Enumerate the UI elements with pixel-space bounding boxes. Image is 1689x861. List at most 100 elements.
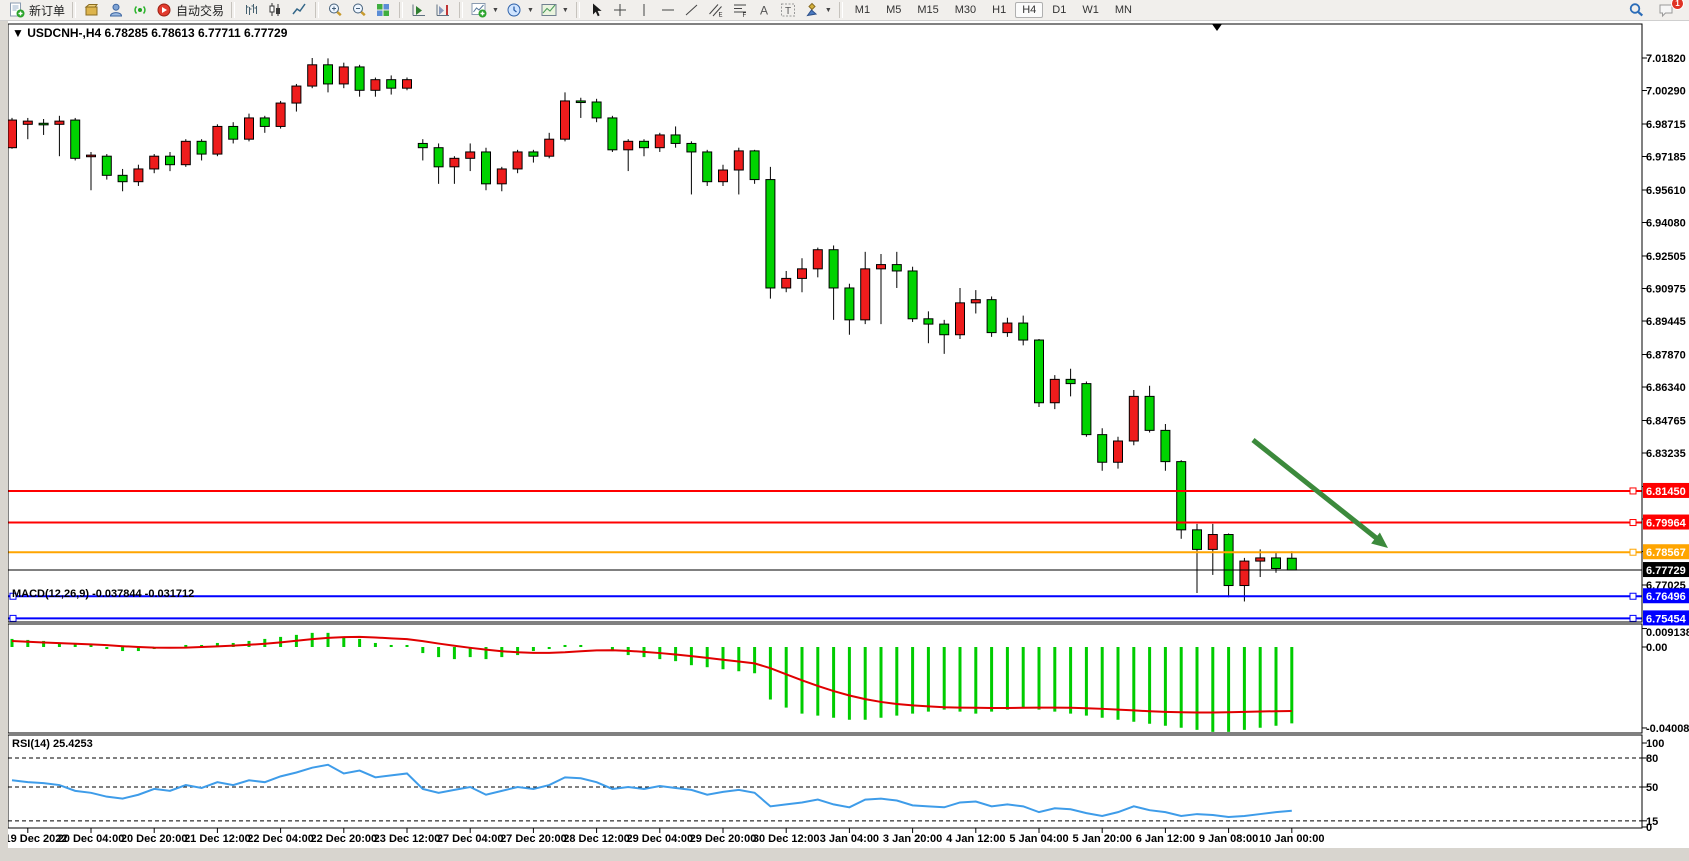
timeframe-M15[interactable]: M15 — [910, 2, 945, 18]
cursor-icon — [587, 2, 605, 18]
tile-windows-button[interactable] — [371, 1, 395, 19]
line-handle[interactable] — [1630, 549, 1636, 555]
vertical-line-button[interactable] — [632, 1, 656, 19]
price-tick-label: 7.01820 — [1646, 53, 1686, 65]
timeframe-M5[interactable]: M5 — [879, 2, 908, 18]
timeframe-D1[interactable]: D1 — [1045, 2, 1073, 18]
chevron-down-icon: ▼ — [562, 7, 569, 14]
zoom-in-button[interactable] — [323, 1, 347, 19]
time-tick-label: 10 Jan 00:00 — [1259, 833, 1324, 845]
timeframe-M1[interactable]: M1 — [848, 2, 877, 18]
crosshair-button[interactable] — [608, 1, 632, 19]
channel-icon: E — [707, 2, 725, 18]
line-handle[interactable] — [1630, 520, 1636, 526]
text-label-button[interactable]: T — [776, 1, 800, 19]
time-tick-label: 3 Jan 20:00 — [883, 833, 942, 845]
time-tick-label: 6 Jan 12:00 — [1136, 833, 1195, 845]
macd-axis-label: 0.009138 — [1646, 627, 1689, 639]
timeframe-H4[interactable]: H4 — [1015, 2, 1043, 18]
price-tick-label: 6.95610 — [1646, 185, 1686, 197]
tile-windows-icon — [374, 2, 392, 18]
signal-button[interactable] — [128, 1, 152, 19]
candle-chart-icon — [266, 2, 284, 18]
chevron-down-icon: ▼ — [825, 7, 832, 14]
line-handle[interactable] — [10, 615, 16, 621]
new-order-button[interactable]: 新订单 — [5, 1, 68, 20]
channel-button[interactable]: E — [704, 1, 728, 19]
time-axis[interactable]: 19 Dec 202220 Dec 04:0020 Dec 20:0021 De… — [5, 828, 1325, 845]
fibonacci-button[interactable]: F — [728, 1, 752, 19]
rsi-axis-label: 0 — [1646, 822, 1652, 834]
timeframe-MN[interactable]: MN — [1108, 2, 1139, 18]
new-order-button-label: 新订单 — [29, 2, 65, 19]
time-tick-label: 20 Dec 04:00 — [58, 833, 125, 845]
svg-text:6.77729: 6.77729 — [1646, 565, 1686, 577]
bar-chart-button[interactable] — [239, 1, 263, 19]
price-tick-label: 6.84765 — [1646, 415, 1686, 427]
time-tick-label: 29 Dec 04:00 — [626, 833, 693, 845]
price-tick-label: 6.87870 — [1646, 349, 1686, 361]
toolbar-separator — [315, 2, 319, 18]
timeframe-W1[interactable]: W1 — [1075, 2, 1106, 18]
shapes-icon — [803, 2, 821, 18]
macd-axis-label: -0.040081 — [1646, 723, 1689, 735]
time-tick-label: 23 Dec 12:00 — [374, 833, 441, 845]
notifications-button[interactable]: 1 — [1654, 1, 1678, 19]
price-tick-label: 6.94080 — [1646, 218, 1686, 230]
svg-text:6.75454: 6.75454 — [1646, 613, 1687, 625]
svg-text:T: T — [785, 6, 791, 17]
profile-button[interactable] — [104, 1, 128, 19]
time-tick-label: 4 Jan 12:00 — [946, 833, 1005, 845]
time-tick-label: 21 Dec 12:00 — [184, 833, 251, 845]
auto-scroll-button[interactable] — [407, 1, 431, 19]
price-line-label-6.81450: 6.81450 — [1643, 483, 1689, 498]
time-tick-label: 29 Dec 20:00 — [690, 833, 757, 845]
timeframe-M30[interactable]: M30 — [948, 2, 983, 18]
candle-chart-button[interactable] — [263, 1, 287, 19]
zoom-in-icon — [326, 2, 344, 18]
horizontal-line-icon — [659, 2, 677, 18]
cursor-button[interactable] — [584, 1, 608, 19]
market-box-icon — [83, 2, 101, 18]
price-tick-label: 7.00290 — [1646, 86, 1686, 98]
autotrade-button[interactable]: 自动交易 — [152, 1, 227, 20]
rsi-axis-label: 80 — [1646, 753, 1658, 765]
text-label-icon: T — [779, 2, 797, 18]
template-button[interactable]: ▼ — [537, 1, 572, 19]
time-tick-label: 5 Jan 04:00 — [1009, 833, 1068, 845]
new-chart-icon — [470, 2, 488, 18]
line-chart-button[interactable] — [287, 1, 311, 19]
chart-canvas[interactable]: 7.018207.002906.987156.971856.956106.940… — [0, 0, 1689, 861]
time-tick-label: 28 Dec 12:00 — [563, 833, 630, 845]
timeframe-H1[interactable]: H1 — [985, 2, 1013, 18]
line-handle[interactable] — [1630, 488, 1636, 494]
line-handle[interactable] — [1630, 593, 1636, 599]
line-handle[interactable] — [1630, 615, 1636, 621]
clock-icon — [505, 2, 523, 18]
zoom-out-button[interactable] — [347, 1, 371, 19]
window-bottom-border — [0, 848, 1689, 861]
toolbar-separator — [459, 2, 463, 18]
svg-text:E: E — [718, 13, 722, 19]
horizontal-line-button[interactable] — [656, 1, 680, 19]
time-tick-label: 22 Dec 04:00 — [247, 833, 314, 845]
market-box-button[interactable] — [80, 1, 104, 19]
text-button[interactable]: A — [752, 1, 776, 19]
chart-shift-button[interactable] — [431, 1, 455, 19]
search-button[interactable] — [1624, 1, 1648, 19]
toolbar-separator — [576, 2, 580, 18]
auto-scroll-icon — [410, 2, 428, 18]
period-button[interactable]: ▼ — [502, 1, 537, 19]
svg-text:6.78567: 6.78567 — [1646, 547, 1686, 559]
new-order-icon — [8, 2, 26, 18]
time-tick-label: 9 Jan 08:00 — [1199, 833, 1258, 845]
price-tick-label: 6.90975 — [1646, 284, 1686, 296]
shapes-button[interactable]: ▼ — [800, 1, 835, 19]
template-icon — [540, 2, 558, 18]
svg-text:F: F — [742, 13, 746, 18]
trendline-button[interactable] — [680, 1, 704, 19]
toolbar-separator — [399, 2, 403, 18]
new-chart-button[interactable]: ▼ — [467, 1, 502, 19]
notification-badge: 1 — [1671, 0, 1684, 10]
price-tick-label: 6.89445 — [1646, 316, 1686, 328]
